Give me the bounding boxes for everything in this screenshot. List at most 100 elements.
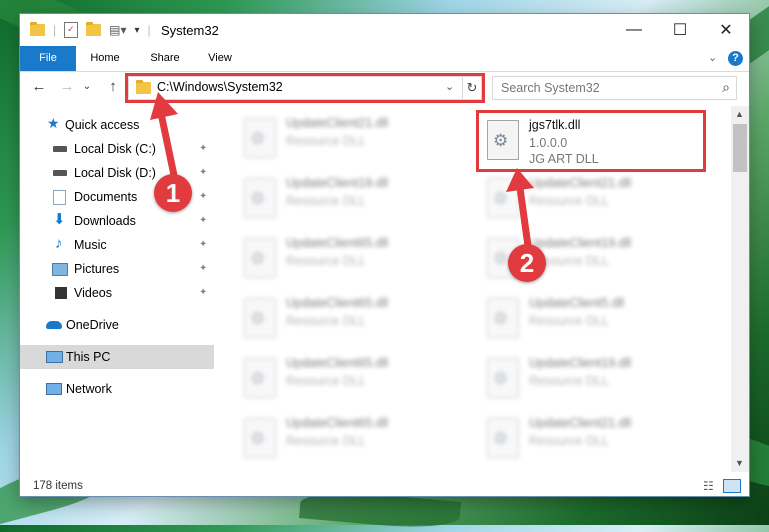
sidebar-item-network[interactable]: Network [20, 377, 214, 401]
address-highlight-box [125, 73, 485, 103]
drive-icon [53, 170, 67, 176]
sidebar-item-label: Documents [74, 190, 138, 204]
file-type: Resource DLL [286, 314, 366, 328]
callout-badge-2: 2 [508, 244, 546, 282]
sidebar-item-music[interactable]: ♪ Music ✦ [20, 233, 214, 257]
properties-icon[interactable]: ✓ [64, 22, 79, 38]
list-item[interactable]: UpdateClient65.dll Resource DLL [236, 232, 464, 288]
this-pc-icon [46, 351, 63, 363]
dll-file-icon [487, 358, 519, 398]
customize-icon[interactable]: ▤▾ [109, 23, 126, 37]
file-type: Resource DLL [529, 314, 609, 328]
list-item[interactable]: UpdateClient5.dll Resource DLL [479, 292, 707, 348]
tab-home[interactable]: Home [80, 46, 130, 71]
scrollbar-thumb[interactable] [733, 124, 747, 172]
file-highlight-box [476, 110, 706, 172]
navigation-pane: Quick access ★ Local Disk (C:) ✦ Local D… [20, 106, 214, 472]
search-input[interactable]: Search System32 ⌕ [492, 76, 737, 100]
vertical-scrollbar[interactable]: ▲ ▼ [731, 106, 749, 472]
pin-icon[interactable]: ✦ [199, 185, 207, 209]
list-item[interactable]: UpdateClient21.dll Resource DLL [479, 412, 707, 468]
file-name: UpdateClient19.dll [286, 176, 389, 190]
pin-icon[interactable]: ✦ [199, 281, 207, 305]
help-icon[interactable]: ? [728, 51, 743, 66]
file-name: UpdateClient5.dll [529, 296, 625, 310]
status-bar: 178 items ☷ [20, 476, 749, 496]
downloads-icon: ⬇ [53, 211, 66, 228]
file-name: UpdateClient19.dll [529, 236, 632, 250]
tab-file[interactable]: File [20, 46, 76, 71]
pin-icon[interactable]: ✦ [199, 209, 207, 233]
sidebar-item-label: OneDrive [66, 318, 119, 332]
list-item[interactable]: UpdateClient21.dll Resource DLL [479, 172, 707, 228]
sidebar-item-label: Music [74, 238, 107, 252]
network-icon [46, 383, 62, 395]
forward-button[interactable]: → [56, 77, 78, 97]
folder-icon [30, 22, 45, 36]
dll-file-icon [487, 298, 519, 338]
file-type: Resource DLL [529, 194, 609, 208]
sidebar-item-local-disk-c[interactable]: Local Disk (C:) ✦ [20, 137, 214, 161]
sidebar-item-label: Pictures [74, 262, 120, 276]
details-view-icon[interactable]: ☷ [703, 479, 714, 493]
new-folder-icon[interactable] [86, 22, 102, 36]
large-icons-view-icon[interactable] [723, 479, 741, 493]
tab-share[interactable]: Share [139, 46, 191, 71]
file-name: UpdateClient21.dll [529, 416, 632, 430]
drive-icon [53, 146, 67, 152]
dll-file-icon [244, 358, 276, 398]
pin-icon[interactable]: ✦ [199, 161, 207, 185]
sidebar-item-label: Quick access [65, 118, 140, 132]
star-icon: ★ [47, 115, 60, 131]
recent-locations-button[interactable]: ⌄ [80, 77, 94, 97]
search-icon[interactable]: ⌕ [722, 79, 730, 96]
sidebar-item-onedrive[interactable]: OneDrive [20, 313, 214, 337]
close-button[interactable]: ✕ [703, 14, 749, 46]
ribbon-expand-icon[interactable]: ⌄ [708, 51, 717, 64]
list-item[interactable]: UpdateClient21.dll Resource DLL [236, 112, 464, 168]
scroll-up-icon[interactable]: ▲ [735, 109, 744, 119]
sidebar-item-label: Downloads [74, 214, 136, 228]
pin-icon[interactable]: ✦ [199, 257, 207, 281]
sidebar-item-videos[interactable]: Videos ✦ [20, 281, 214, 305]
list-item[interactable]: UpdateClient65.dll Resource DLL [236, 292, 464, 348]
dll-file-icon [487, 178, 519, 218]
navigation-bar: ← → ⌄ ↑ C:\Windows\System32 ⌄ ↻ Search S… [20, 72, 749, 103]
file-explorer-window: | ✓ ▤▾ ▾ | System32 — ☐ ✕ File Home Shar… [20, 14, 749, 496]
dll-file-icon [244, 118, 276, 158]
file-type: Resource DLL [286, 254, 366, 268]
window-title: System32 [161, 23, 219, 38]
sidebar-item-quick-access[interactable]: Quick access ★ [20, 113, 214, 137]
file-type: Resource DLL [286, 194, 366, 208]
sidebar-item-this-pc[interactable]: This PC [20, 345, 214, 369]
maximize-button[interactable]: ☐ [657, 14, 703, 46]
dll-file-icon [244, 238, 276, 278]
scroll-down-icon[interactable]: ▼ [735, 458, 744, 468]
dll-file-icon [244, 178, 276, 218]
list-item[interactable]: UpdateClient65.dll Resource DLL [236, 352, 464, 408]
videos-icon [53, 287, 67, 299]
up-button[interactable]: ↑ [102, 77, 124, 97]
tab-view[interactable]: View [198, 46, 242, 71]
pin-icon[interactable]: ✦ [199, 233, 207, 257]
sidebar-item-pictures[interactable]: Pictures ✦ [20, 257, 214, 281]
back-button[interactable]: ← [28, 77, 50, 97]
sidebar-item-label: Local Disk (C:) [74, 142, 156, 156]
sidebar-item-downloads[interactable]: ⬇ Downloads ✦ [20, 209, 214, 233]
list-item[interactable]: UpdateClient65.dll Resource DLL [236, 412, 464, 468]
ribbon-tabs: File Home Share View ⌄ ? [20, 46, 749, 72]
chevron-down-icon[interactable]: ▾ [135, 25, 140, 36]
sidebar-item-label: Network [66, 382, 112, 396]
file-name: UpdateClient65.dll [286, 236, 389, 250]
minimize-button[interactable]: — [611, 14, 657, 46]
file-type: Resource DLL [286, 134, 366, 148]
file-type: Resource DLL [286, 434, 366, 448]
documents-icon [53, 190, 66, 205]
pin-icon[interactable]: ✦ [199, 137, 207, 161]
file-name: UpdateClient65.dll [286, 416, 389, 430]
file-type: Resource DLL [286, 374, 366, 388]
search-placeholder: Search System32 [501, 81, 600, 95]
list-item[interactable]: UpdateClient19.dll Resource DLL [479, 352, 707, 408]
item-count: 178 items [33, 480, 83, 492]
list-item[interactable]: UpdateClient19.dll Resource DLL [236, 172, 464, 228]
